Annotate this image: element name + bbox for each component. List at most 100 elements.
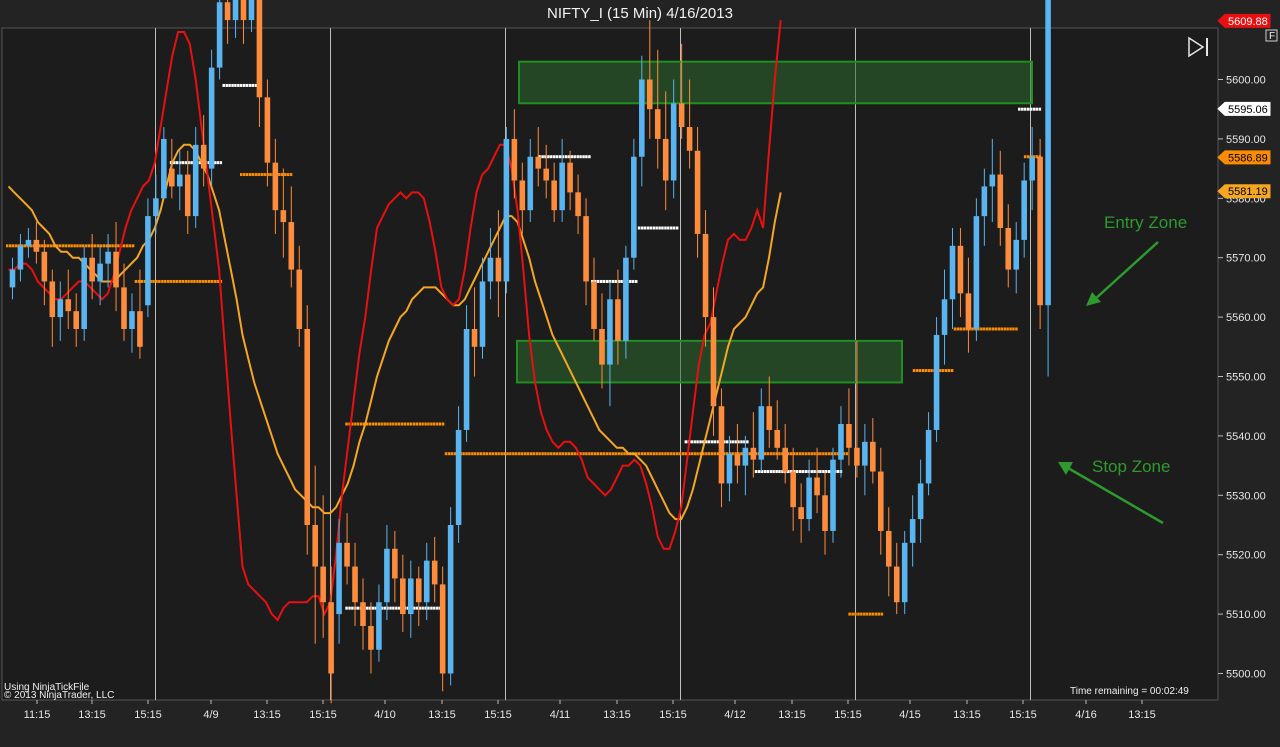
price-marker-label: 5586.89: [1228, 152, 1268, 164]
candle-down: [519, 180, 526, 211]
candle-down: [878, 471, 884, 531]
level-dot: [412, 422, 416, 426]
level-dot: [128, 244, 132, 248]
level-dot: [602, 452, 606, 456]
level-dot: [658, 226, 661, 230]
candle-down: [296, 269, 303, 329]
level-dot: [596, 279, 600, 283]
level-dot: [482, 452, 486, 456]
chart-canvas[interactable]: 5500.00 5510.00 5520.00 5530.00 5540.00 5550.…: [0, 0, 1280, 747]
level-dot: [845, 452, 849, 456]
level-dot: [46, 244, 50, 248]
level-dot: [231, 83, 234, 87]
level-dot: [351, 606, 354, 610]
level-dot: [775, 470, 778, 474]
level-dot: [865, 612, 869, 616]
candle-up: [447, 525, 454, 674]
level-dot: [111, 244, 114, 248]
y-tick-label: 5560.00: [1226, 312, 1266, 324]
level-dot: [670, 226, 673, 230]
level-dot: [868, 612, 872, 616]
level-dot: [374, 422, 378, 426]
level-dot: [488, 452, 492, 456]
candle-up: [145, 216, 151, 306]
level-dot: [41, 244, 44, 248]
level-dot: [623, 452, 626, 456]
level-dot: [629, 279, 632, 283]
level-dot: [474, 452, 477, 456]
candle-down: [599, 328, 605, 365]
level-dot: [553, 452, 556, 456]
level-dot: [506, 452, 509, 456]
level-dot: [234, 83, 237, 87]
level-dot: [79, 244, 82, 248]
level-dot: [512, 452, 515, 456]
level-dot: [1012, 327, 1015, 331]
level-dot: [690, 440, 693, 444]
candle-down: [471, 328, 478, 347]
level-dot: [526, 452, 530, 456]
level-dot: [377, 422, 381, 426]
level-dot: [1009, 327, 1012, 331]
level-dot: [547, 155, 550, 159]
candle-down: [615, 299, 621, 341]
level-dot: [85, 244, 88, 248]
level-dot: [588, 452, 591, 456]
level-dot: [734, 440, 737, 444]
level-dot: [389, 606, 392, 610]
candle-up: [105, 251, 111, 264]
level-dot: [251, 173, 255, 177]
level-dot: [570, 155, 574, 159]
level-dot: [631, 279, 635, 283]
candle-up: [607, 299, 613, 365]
level-dot: [594, 452, 597, 456]
candle-down: [822, 495, 828, 531]
level-dot: [684, 440, 688, 444]
candle-up: [503, 138, 510, 282]
level-dot: [670, 452, 673, 456]
level-dot: [956, 327, 960, 331]
candle-up: [925, 429, 932, 484]
level-dot: [444, 452, 448, 456]
level-dot: [573, 155, 576, 159]
level-dot: [248, 83, 252, 87]
level-dot: [1003, 327, 1006, 331]
candle-up: [423, 560, 430, 603]
level-dot: [611, 452, 615, 456]
level-dot: [395, 422, 398, 426]
level-dot: [371, 422, 375, 426]
level-dot: [588, 155, 591, 159]
level-dot: [202, 279, 205, 283]
level-dot: [652, 226, 655, 230]
candle-down: [957, 245, 964, 294]
level-dot: [678, 452, 682, 456]
candle-down: [997, 174, 1004, 228]
level-dot: [245, 173, 249, 177]
candle-down: [65, 299, 72, 312]
level-dot: [1029, 107, 1033, 111]
level-dot: [397, 422, 401, 426]
level-dot: [740, 452, 743, 456]
level-dot: [254, 173, 258, 177]
candle-down: [814, 477, 820, 496]
level-dot: [541, 155, 544, 159]
level-dot: [564, 452, 568, 456]
level-dot: [708, 452, 711, 456]
level-dot: [848, 612, 851, 616]
level-dot: [427, 422, 430, 426]
candle-up: [1029, 156, 1035, 181]
level-dot: [102, 244, 106, 248]
candle-up: [455, 429, 462, 525]
level-dot: [871, 612, 875, 616]
candle-down: [893, 566, 900, 603]
candle-up: [941, 299, 948, 335]
level-dot: [874, 612, 878, 616]
level-dot: [386, 422, 389, 426]
level-dot: [158, 279, 161, 283]
level-dot: [801, 470, 805, 474]
level-dot: [769, 470, 772, 474]
level-dot: [649, 226, 652, 230]
level-dot: [535, 452, 538, 456]
level-dot: [939, 369, 942, 373]
candle-up: [909, 519, 916, 543]
